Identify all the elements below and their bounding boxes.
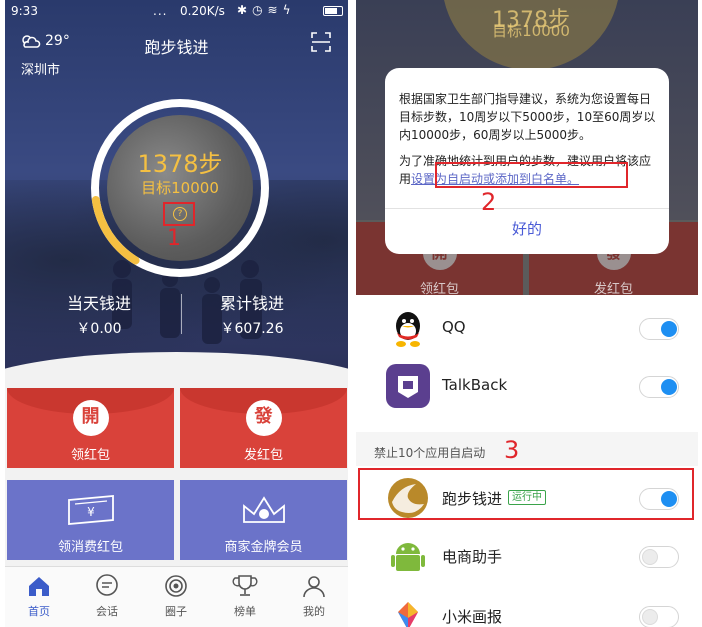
send-red-packet-tile[interactable]: 發 发红包 [180,388,347,468]
wifi-icon: ≋ [267,3,283,17]
autostart-toggle-talkback[interactable] [639,376,679,398]
svg-text:¥: ¥ [87,505,95,519]
autostart-toggle-mi-wallpaper[interactable] [639,606,679,627]
app-name: 小米画报 [442,608,503,626]
status-time: 9:33 [11,4,38,18]
tab-label: 我的 [303,605,325,618]
send-coin-icon: 發 [245,400,282,436]
trophy-icon [232,575,258,596]
stats-divider [181,294,182,334]
tab-label: 首页 [28,605,50,618]
dialog-divider [385,208,669,209]
person-icon [303,576,325,598]
open-coin-icon: 開 [72,400,109,436]
tile-label: 商家金牌会员 [224,540,303,555]
tab-label: 榜单 [234,605,256,618]
talkback-icon [386,364,430,408]
app-name: 电商助手 [442,548,503,566]
tile-label: 领消费红包 [57,540,123,555]
status-dots: ... [153,4,168,18]
app-title: 跑步钱进 [144,38,209,57]
tile-label: 领红包 [70,448,110,463]
dimmed-tile-label: 领红包 [419,282,459,295]
coupon-icon: ¥ [67,495,114,525]
battery-icon [323,6,343,16]
left-screen: 9:33 ... 0.20K/s ✱◷≋ϟ 29° 深圳市 跑步钱进 1378步… [5,0,348,627]
disabled-apps-section-header: 禁止10个应用自启动 3 [356,432,698,466]
tab-chat[interactable]: 会话 [73,573,141,619]
annotation-box-1 [163,202,195,226]
section-label: 禁止10个应用自启动 [374,446,486,460]
app-row-ecommerce[interactable]: 电商助手 [356,524,698,588]
tab-label: 会话 [96,605,118,618]
home-icon [29,577,49,596]
total-earnings-value: ￥607.26 [220,321,284,337]
annotation-box-2 [435,162,628,188]
dialog-paragraph-1: 根据国家卫生部门指导建议，系统为您设置每日目标步数，10周岁以下5000步，10… [399,92,656,142]
qq-icon [386,306,430,350]
autostart-toggle-ecommerce[interactable] [639,546,679,568]
hero-banner: 9:33 ... 0.20K/s ✱◷≋ϟ 29° 深圳市 跑步钱进 1378步… [5,0,348,378]
alarm-icon: ◷ [252,3,268,17]
annotation-number-2: 2 [481,188,497,216]
app-row-qq[interactable]: QQ [356,302,698,360]
scan-icon[interactable] [311,32,331,52]
tab-home[interactable]: 首页 [5,573,73,619]
status-bar: 9:33 ... 0.20K/s ✱◷≋ϟ [5,0,348,22]
consumer-red-packet-tile[interactable]: ¥ 领消费红包 [7,480,174,560]
tile-label: 发红包 [243,448,283,463]
tab-me[interactable]: 我的 [280,573,348,619]
circle-icon [165,575,187,597]
chat-icon [96,574,118,596]
network-speed: 0.20K/s [180,4,225,18]
dimmed-tile-label: 发红包 [593,282,633,295]
charging-icon: ϟ [282,3,296,17]
annotation-number-1: 1 [167,226,181,251]
app-name: QQ [442,318,466,336]
ok-button[interactable]: 好的 [385,218,669,239]
tab-leaderboard[interactable]: 榜单 [211,573,279,619]
dimmed-step-goal: 目标10000 [492,22,570,40]
app-row-talkback[interactable]: TalkBack [356,354,698,418]
today-earnings-value: ￥0.00 [76,321,122,337]
annotation-number-3: 3 [504,436,520,464]
bluetooth-icon: ✱ [237,3,253,17]
app-name: TalkBack [442,376,508,394]
city-label: 深圳市 [21,63,61,78]
android-icon [386,534,430,578]
annotation-box-3 [358,468,694,520]
today-earnings-title: 当天钱进 [66,294,131,313]
merchant-gold-member-tile[interactable]: 商家金牌会员 [180,480,347,560]
autostart-toggle-qq[interactable] [639,318,679,340]
today-earnings: 当天钱进 ￥0.00 [39,290,159,338]
step-goal: 目标10000 [141,179,219,197]
receive-red-packet-tile[interactable]: 開 领红包 [7,388,174,468]
tab-label: 圈子 [165,605,187,618]
tab-circle[interactable]: 圈子 [142,573,210,619]
total-earnings: 累计钱进 ￥607.26 [192,290,312,338]
bottom-tab-bar: 首页 会话 圈子 榜单 我的 [5,566,348,627]
total-earnings-title: 累计钱进 [219,294,284,313]
status-icons: ✱◷≋ϟ [237,3,296,17]
mi-wallpaper-icon [386,594,430,627]
autostart-screen: QQ TalkBack 禁止10个应用自启动 3 跑步钱进 运行中 电商助手 小… [356,302,698,627]
crown-icon [242,496,285,523]
app-row-mi-wallpaper[interactable]: 小米画报 [356,584,698,627]
step-count: 1378步 [137,150,223,178]
